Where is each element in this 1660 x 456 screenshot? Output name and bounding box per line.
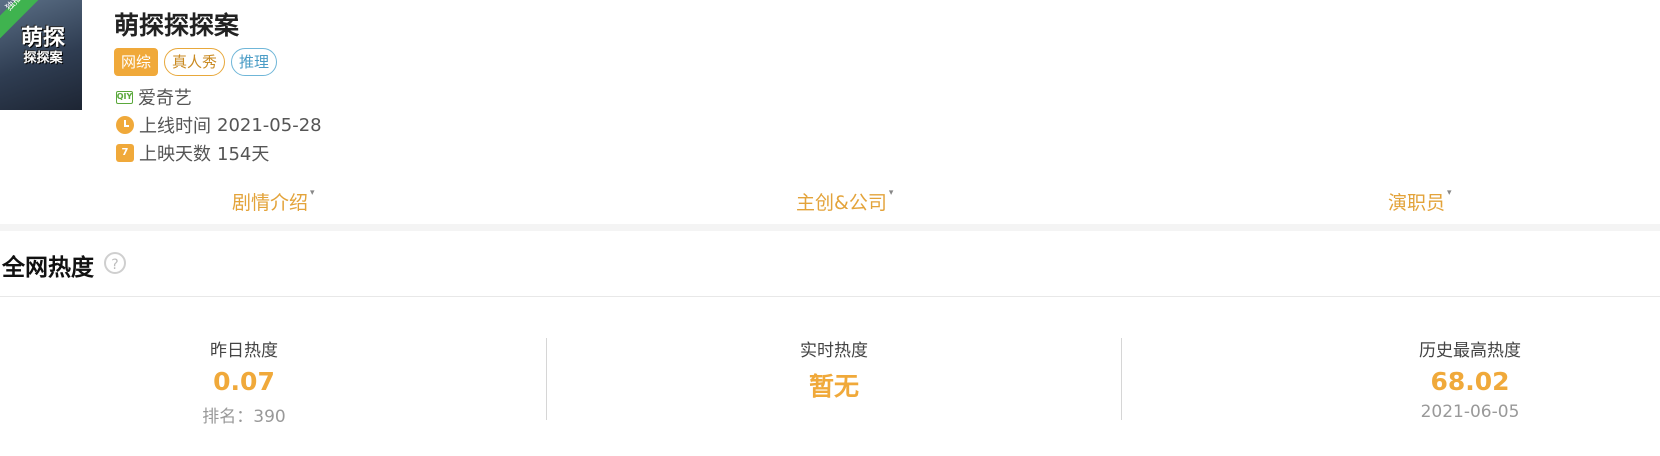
tab-cast[interactable]: 演职员 ▾ xyxy=(1388,188,1452,215)
tab-label: 剧情介绍 xyxy=(232,192,309,214)
tab-label: 演职员 xyxy=(1388,192,1446,214)
stat-value: 68.02 xyxy=(1430,367,1510,396)
caret-down-icon: ▾ xyxy=(310,188,315,198)
tab-label: 主创&公司 xyxy=(796,192,887,214)
stat-label: 历史最高热度 xyxy=(1419,341,1521,361)
stat-divider xyxy=(546,338,547,420)
days-value: 154天 xyxy=(217,144,270,165)
platform-name[interactable]: 爱奇艺 xyxy=(138,84,192,110)
stat-value: 0.07 xyxy=(213,367,275,396)
show-poster[interactable]: 独播 萌探 探探案 xyxy=(0,0,82,110)
stat-yesterday-heat: 昨日热度 0.07 排名：390 xyxy=(94,336,394,427)
stat-realtime-heat: 实时热度 暂无 xyxy=(684,336,984,409)
stat-value: 暂无 xyxy=(808,372,859,401)
stat-rank: 排名：390 xyxy=(202,407,286,427)
clock-icon xyxy=(116,116,134,134)
stat-peak-heat: 历史最高热度 68.02 2021-06-05 xyxy=(1320,336,1620,422)
tag-mystery[interactable]: 推理 xyxy=(231,48,278,76)
caret-down-icon: ▾ xyxy=(1447,188,1452,198)
show-title: 萌探探探案 xyxy=(114,11,240,40)
stat-peak-date: 2021-06-05 xyxy=(1420,402,1520,422)
iqiyi-icon: QIY xyxy=(116,90,133,104)
caret-down-icon: ▾ xyxy=(888,188,894,198)
poster-logo-line-1: 萌探 xyxy=(20,26,65,51)
stat-label: 昨日热度 xyxy=(210,341,278,361)
days-row: 7 上映天数 154天 xyxy=(116,140,269,166)
poster-logo-line-2: 探探案 xyxy=(23,51,63,66)
release-label: 上线时间 xyxy=(139,116,211,137)
stat-label: 实时热度 xyxy=(800,341,868,361)
tab-plot-intro[interactable]: 剧情介绍 ▾ xyxy=(232,188,315,215)
calendar-icon: 7 xyxy=(116,144,134,162)
stat-divider xyxy=(1121,338,1122,420)
help-icon[interactable]: ? xyxy=(104,252,126,274)
release-row: 上线时间 2021-05-28 xyxy=(116,112,322,138)
section-divider xyxy=(0,224,1660,231)
tab-creators-company[interactable]: 主创&公司 ▾ xyxy=(796,188,893,215)
heat-section-title: 全网热度 xyxy=(2,255,94,281)
heat-section-rule xyxy=(0,296,1660,297)
tag-variety[interactable]: 网综 xyxy=(114,48,159,76)
platform-row: QIY 爱奇艺 xyxy=(116,84,192,110)
days-label: 上映天数 xyxy=(139,144,211,165)
release-date: 2021-05-28 xyxy=(217,114,322,136)
genre-tags: 网综 真人秀 推理 xyxy=(114,48,278,76)
poster-logo: 萌探 探探案 xyxy=(10,26,76,66)
tag-reality-show[interactable]: 真人秀 xyxy=(164,48,226,76)
